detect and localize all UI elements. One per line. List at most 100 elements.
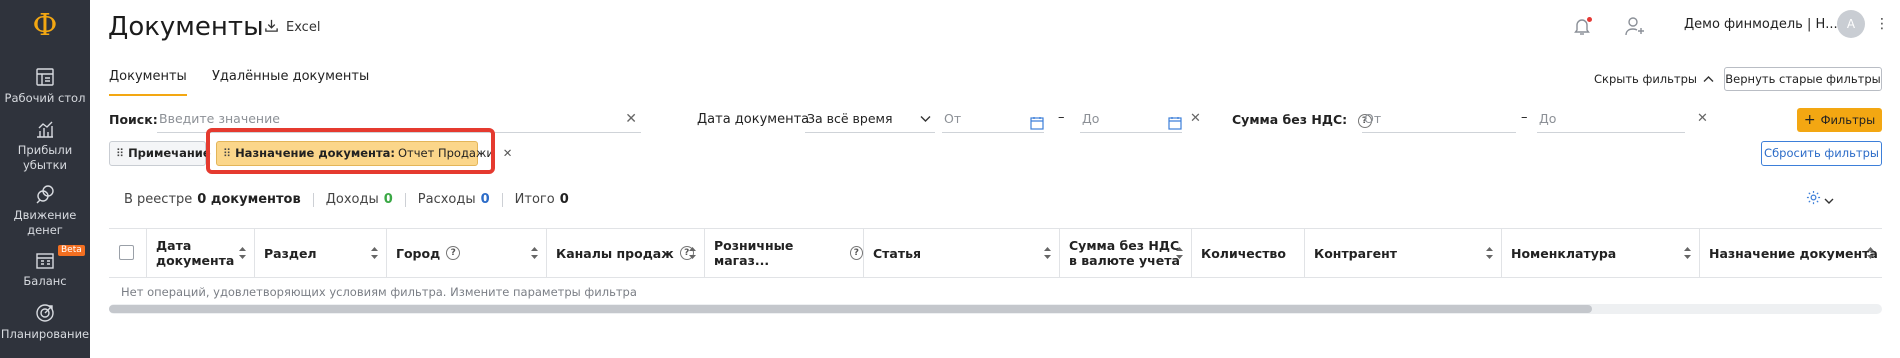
- tab-documents[interactable]: Документы: [109, 69, 187, 96]
- sum-from-placeholder: От: [1364, 111, 1382, 126]
- registry-prefix: В реестре: [124, 192, 193, 207]
- add-filters-label: Фильтры: [1820, 113, 1876, 127]
- sidebar-item-desk[interactable]: Рабочий стол: [0, 66, 90, 106]
- date-to-input[interactable]: До: [1080, 105, 1182, 133]
- column-header-label: Розничные магаз...: [714, 238, 794, 268]
- sidebar-item-planning[interactable]: Планирование: [0, 302, 90, 342]
- help-icon[interactable]: ?: [849, 246, 863, 260]
- sort-icon: [239, 247, 246, 259]
- balance-icon: [34, 249, 56, 271]
- add-user-icon[interactable]: [1624, 15, 1646, 37]
- column-header-label: Контрагент: [1314, 245, 1397, 261]
- column-header[interactable]: Номенклатура: [1502, 229, 1700, 277]
- date-from-placeholder: От: [944, 111, 962, 126]
- clear-sum-icon[interactable]: ✕: [1697, 111, 1708, 126]
- table-settings-button[interactable]: [1806, 190, 1834, 209]
- sort-icon: [1684, 247, 1691, 259]
- excel-export-button[interactable]: Excel: [264, 18, 320, 37]
- divider: [501, 192, 503, 207]
- sidebar-item-label: Планирование: [0, 327, 90, 341]
- sidebar-item-cashflow[interactable]: Движение денег: [0, 183, 90, 238]
- beta-badge: Beta: [58, 245, 85, 256]
- help-icon[interactable]: ?: [446, 246, 461, 260]
- sum-range-dash: –: [1521, 110, 1528, 125]
- clear-search-icon[interactable]: ✕: [625, 105, 637, 133]
- excel-label: Excel: [286, 20, 321, 35]
- divider: [404, 192, 406, 207]
- column-header[interactable]: Розничные магаз... ?: [705, 229, 864, 277]
- chevron-up-icon: [1703, 72, 1714, 86]
- column-header[interactable]: Назначение документа: [1700, 229, 1882, 277]
- column-header[interactable]: Каналы продаж ?: [547, 229, 705, 277]
- calendar-icon[interactable]: [1030, 112, 1044, 130]
- sidebar-item-balance[interactable]: Beta Баланс: [0, 245, 90, 289]
- date-period-select[interactable]: За всё время: [805, 105, 935, 133]
- date-to-placeholder: До: [1082, 111, 1100, 126]
- chevron-down-icon: [920, 105, 931, 133]
- column-header-label: Назначение документа: [1709, 245, 1878, 261]
- avatar[interactable]: А: [1837, 10, 1865, 38]
- gear-icon: [1806, 190, 1821, 209]
- reset-filters-button[interactable]: Сбросить фильтры: [1761, 141, 1882, 166]
- clear-date-icon[interactable]: ✕: [1190, 111, 1201, 126]
- column-header-label: Каналы продаж: [556, 245, 674, 261]
- page-title: Документы: [108, 12, 264, 42]
- chevron-down-icon: [1824, 190, 1834, 209]
- sidebar-item-label: Прибыли убытки: [17, 143, 73, 172]
- scrollbar-thumb[interactable]: [109, 305, 1592, 313]
- column-header-label: Дата документа: [156, 238, 235, 268]
- column-header[interactable]: Город ?: [387, 229, 547, 277]
- column-header-label: Номенклатура: [1511, 245, 1617, 261]
- add-filters-button[interactable]: + Фильтры: [1797, 108, 1882, 132]
- column-header[interactable]: Статья: [864, 229, 1060, 277]
- column-header[interactable]: Сумма без НДС в валюте учета: [1060, 229, 1192, 277]
- sidebar-item-label: Рабочий стол: [4, 91, 86, 105]
- column-header-label: Сумма без НДС в валюте учета: [1069, 238, 1180, 268]
- app-root: Ф Рабочий стол Прибыли убытки Движение д…: [0, 0, 1900, 358]
- tab-deleted-documents[interactable]: Удалённые документы: [212, 69, 369, 84]
- remove-chip-icon[interactable]: ✕: [503, 142, 513, 165]
- select-all-checkbox[interactable]: [119, 245, 134, 260]
- sum-from-input[interactable]: От: [1362, 105, 1516, 133]
- money-flow-icon: [34, 183, 56, 205]
- account-name[interactable]: Демо финмодель | Н...: [1684, 17, 1838, 32]
- income-value: 0: [383, 192, 393, 207]
- income-label: Доходы: [325, 192, 379, 207]
- more-menu-icon[interactable]: ⋮: [1875, 14, 1889, 34]
- date-label: Дата документа: [697, 112, 810, 127]
- hide-filters-toggle[interactable]: Скрыть фильтры: [1594, 72, 1714, 86]
- registry-count: 0 документов: [197, 192, 301, 207]
- sidebar-item-pnl[interactable]: Прибыли убытки: [0, 118, 90, 173]
- restore-old-filters-button[interactable]: Вернуть старые фильтры: [1724, 67, 1882, 91]
- plus-icon: +: [1803, 112, 1816, 128]
- download-icon: [264, 18, 279, 37]
- sum-to-input[interactable]: До: [1537, 105, 1685, 133]
- column-header-label: Статья: [873, 245, 922, 261]
- column-header-label: Раздел: [264, 245, 317, 261]
- sort-icon: [531, 247, 538, 259]
- sort-icon: [1044, 247, 1051, 259]
- date-from-input[interactable]: От: [942, 105, 1044, 133]
- calendar-icon[interactable]: [1168, 112, 1182, 130]
- highlight-box: [206, 128, 495, 174]
- sort-icon: [1867, 247, 1874, 259]
- date-period-value: За всё время: [807, 111, 893, 126]
- filter-chip-note[interactable]: ⠿ Примечание: [109, 141, 211, 166]
- app-logo[interactable]: Ф: [28, 9, 62, 43]
- column-header[interactable]: Количество: [1192, 229, 1305, 277]
- select-all-cell: [109, 229, 147, 277]
- total-label: Итого: [514, 192, 555, 207]
- column-header[interactable]: Дата документа: [147, 229, 255, 277]
- bar-chart-icon: [34, 118, 56, 140]
- sort-icon: [1176, 247, 1183, 259]
- column-header[interactable]: Контрагент: [1305, 229, 1502, 277]
- drag-handle-icon[interactable]: ⠿: [116, 142, 124, 165]
- sum-label: Сумма без НДС: ?: [1232, 112, 1372, 128]
- horizontal-scrollbar[interactable]: [109, 304, 1882, 314]
- notifications-bell-icon[interactable]: [1571, 15, 1593, 37]
- notification-dot: [1587, 17, 1592, 22]
- sort-icon: [689, 247, 696, 259]
- column-header[interactable]: Раздел: [255, 229, 387, 277]
- summary-bar: В реестре 0 документов Доходы 0 Расходы …: [124, 192, 569, 207]
- hide-filters-label: Скрыть фильтры: [1594, 72, 1698, 86]
